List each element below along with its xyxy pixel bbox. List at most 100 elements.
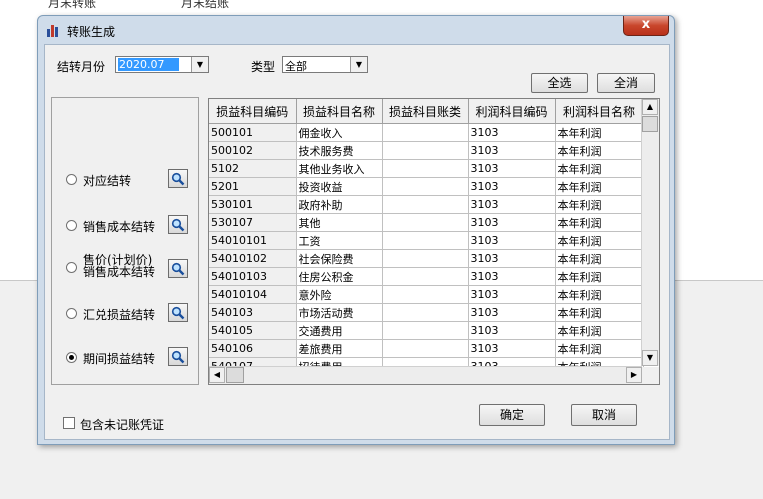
table-cell[interactable]: 3103 — [468, 177, 556, 196]
table-cell[interactable]: 市场活动费 — [296, 303, 383, 322]
table-cell[interactable]: 3103 — [468, 231, 556, 250]
radio-planned-price-sales-cost[interactable] — [66, 262, 77, 273]
horizontal-scrollbar[interactable]: ◀ ▶ — [209, 366, 642, 384]
vertical-scroll-thumb[interactable] — [642, 116, 658, 132]
table-cell[interactable]: 本年利润 — [555, 231, 644, 250]
scroll-up-icon[interactable]: ▲ — [642, 99, 658, 115]
table-cell[interactable] — [382, 321, 469, 340]
table-cell[interactable]: 54010101 — [209, 231, 297, 250]
month-select[interactable]: 2020.07 ▼ — [115, 56, 209, 73]
table-cell[interactable]: 政府补助 — [296, 195, 383, 214]
chevron-down-icon[interactable]: ▼ — [191, 57, 208, 72]
table-cell[interactable] — [382, 141, 469, 160]
table-cell[interactable]: 住房公积金 — [296, 267, 383, 286]
table-cell[interactable]: 其他业务收入 — [296, 159, 383, 178]
table-cell[interactable]: 54010104 — [209, 285, 297, 304]
table-cell[interactable]: 540105 — [209, 321, 297, 340]
scroll-down-icon[interactable]: ▼ — [642, 350, 658, 366]
radio-exchange-gain-loss[interactable] — [66, 308, 77, 319]
table-cell[interactable]: 本年利润 — [555, 321, 644, 340]
table-cell[interactable]: 530107 — [209, 213, 297, 232]
table-cell[interactable]: 本年利润 — [555, 285, 644, 304]
radio-corresponding-transfer[interactable] — [66, 174, 77, 185]
type-select[interactable]: 全部 ▼ — [282, 56, 368, 73]
table-cell[interactable] — [382, 249, 469, 268]
table-cell[interactable]: 3103 — [468, 321, 556, 340]
query-button-exchange[interactable] — [168, 303, 188, 322]
table-cell[interactable]: 本年利润 — [555, 195, 644, 214]
horizontal-scroll-thumb[interactable] — [226, 367, 244, 383]
column-header[interactable]: 损益科目编码 — [209, 99, 297, 124]
query-button-sales-cost[interactable] — [168, 215, 188, 234]
table-cell[interactable] — [382, 339, 469, 358]
column-header[interactable]: 损益科目账类 — [382, 99, 469, 124]
title-bar[interactable]: 转账生成 x — [38, 16, 674, 44]
table-row[interactable]: 500101 佣金收入 3103 本年利润 — [209, 123, 644, 142]
table-cell[interactable]: 本年利润 — [555, 123, 644, 142]
table-cell[interactable]: 工资 — [296, 231, 383, 250]
column-header[interactable]: 利润科目名称 — [555, 99, 644, 124]
clear-all-button[interactable]: 全消 — [597, 73, 655, 93]
table-cell[interactable] — [382, 267, 469, 286]
query-button-period[interactable] — [168, 347, 188, 366]
table-row[interactable]: 540105 交通费用 3103 本年利润 — [209, 321, 644, 340]
radio-period-gain-loss[interactable] — [66, 352, 77, 363]
table-cell[interactable] — [382, 195, 469, 214]
table-cell[interactable] — [382, 213, 469, 232]
query-button-planned-price[interactable] — [168, 259, 188, 278]
table-row[interactable]: 54010102 社会保险费 3103 本年利润 — [209, 249, 644, 268]
table-cell[interactable]: 本年利润 — [555, 267, 644, 286]
table-row[interactable]: 54010103 住房公积金 3103 本年利润 — [209, 267, 644, 286]
table-row[interactable]: 530107 其他 3103 本年利润 — [209, 213, 644, 232]
table-cell[interactable]: 交通费用 — [296, 321, 383, 340]
table-cell[interactable] — [382, 231, 469, 250]
table-cell[interactable]: 本年利润 — [555, 213, 644, 232]
table-cell[interactable]: 500101 — [209, 123, 297, 142]
table-cell[interactable]: 3103 — [468, 249, 556, 268]
table-cell[interactable]: 本年利润 — [555, 303, 644, 322]
table-row[interactable]: 540103 市场活动费 3103 本年利润 — [209, 303, 644, 322]
table-cell[interactable]: 投资收益 — [296, 177, 383, 196]
ok-button[interactable]: 确定 — [479, 404, 545, 426]
radio-sales-cost-transfer[interactable] — [66, 220, 77, 231]
table-row[interactable]: 5102 其他业务收入 3103 本年利润 — [209, 159, 644, 178]
table-cell[interactable]: 540103 — [209, 303, 297, 322]
table-cell[interactable]: 3103 — [468, 195, 556, 214]
table-cell[interactable]: 54010102 — [209, 249, 297, 268]
table-cell[interactable] — [382, 123, 469, 142]
cancel-button[interactable]: 取消 — [571, 404, 637, 426]
scroll-right-icon[interactable]: ▶ — [626, 367, 642, 383]
vertical-scrollbar[interactable]: ▲ ▼ — [641, 99, 659, 366]
table-cell[interactable]: 技术服务费 — [296, 141, 383, 160]
table-cell[interactable]: 差旅费用 — [296, 339, 383, 358]
column-header[interactable]: 利润科目编码 — [468, 99, 556, 124]
table-cell[interactable]: 5102 — [209, 159, 297, 178]
table-cell[interactable]: 54010103 — [209, 267, 297, 286]
table-cell[interactable]: 本年利润 — [555, 159, 644, 178]
scroll-left-icon[interactable]: ◀ — [209, 367, 225, 383]
table-cell[interactable]: 3103 — [468, 285, 556, 304]
query-button-corresponding[interactable] — [168, 169, 188, 188]
table-cell[interactable]: 500102 — [209, 141, 297, 160]
select-all-button[interactable]: 全选 — [531, 73, 588, 93]
table-cell[interactable]: 社会保险费 — [296, 249, 383, 268]
table-cell[interactable] — [382, 303, 469, 322]
table-cell[interactable]: 5201 — [209, 177, 297, 196]
table-cell[interactable]: 3103 — [468, 213, 556, 232]
chevron-down-icon[interactable]: ▼ — [350, 57, 367, 72]
table-cell[interactable]: 3103 — [468, 159, 556, 178]
table-row[interactable]: 530101 政府补助 3103 本年利润 — [209, 195, 644, 214]
include-unposted-checkbox[interactable] — [63, 417, 75, 429]
table-cell[interactable]: 530101 — [209, 195, 297, 214]
table-row[interactable]: 500102 技术服务费 3103 本年利润 — [209, 141, 644, 160]
table-cell[interactable]: 3103 — [468, 267, 556, 286]
table-row[interactable]: 540106 差旅费用 3103 本年利润 — [209, 339, 644, 358]
table-cell[interactable]: 3103 — [468, 303, 556, 322]
table-cell[interactable]: 540106 — [209, 339, 297, 358]
table-row[interactable]: 54010101 工资 3103 本年利润 — [209, 231, 644, 250]
table-row[interactable]: 54010104 意外险 3103 本年利润 — [209, 285, 644, 304]
table-cell[interactable]: 佣金收入 — [296, 123, 383, 142]
account-grid[interactable]: 损益科目编码 损益科目名称 损益科目账类 利润科目编码 利润科目名称 500101 佣金收… — [208, 98, 660, 385]
table-cell[interactable]: 其他 — [296, 213, 383, 232]
table-cell[interactable]: 意外险 — [296, 285, 383, 304]
